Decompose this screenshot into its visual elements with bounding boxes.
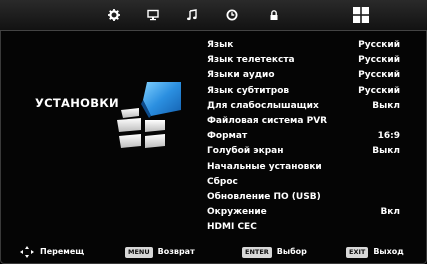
- menu-item-label: Языки аудио: [207, 70, 275, 81]
- menu-item-label: Файловая система PVR: [207, 115, 328, 126]
- bottom-hint-bar: Перемещ MENU Возврат ENTER Выбор EXIT Вы…: [0, 240, 427, 264]
- menu-item-label: Язык субтитров: [207, 85, 290, 96]
- menu-item-label: HDMI CEC: [207, 222, 257, 233]
- setup-logo-icon: [117, 82, 181, 148]
- hint-select: ENTER Выбор: [242, 245, 307, 259]
- grid-icon: [353, 7, 369, 23]
- menu-item-label: Сброс: [207, 176, 238, 187]
- menu-item-value: Русский: [358, 40, 400, 50]
- tab-lock[interactable]: [266, 6, 282, 24]
- menu-item-label: Для слабослышащих: [207, 100, 319, 111]
- hint-back: MENU Возврат: [125, 245, 195, 259]
- menu-item[interactable]: Сброс: [207, 175, 407, 190]
- hint-back-text: Возврат: [157, 247, 195, 256]
- menu-item[interactable]: Файловая система PVR: [207, 114, 407, 129]
- menu-item[interactable]: Язык телетекста Русский: [207, 53, 407, 68]
- clock-icon: [226, 9, 238, 21]
- menu-item-label: Окружение: [207, 207, 267, 218]
- hint-exit-text: Выход: [373, 247, 404, 256]
- hint-move-text: Перемещ: [40, 247, 85, 256]
- tab-channel[interactable]: [145, 6, 161, 24]
- hint-move: Перемещ: [20, 245, 84, 259]
- menu-item[interactable]: Обновление ПО (USB): [207, 190, 407, 205]
- menu-item[interactable]: Голубой экран Выкл: [207, 144, 407, 159]
- tab-setup[interactable]: [350, 4, 372, 26]
- hint-select-text: Выбор: [276, 247, 307, 256]
- menu-item[interactable]: Окружение Вкл: [207, 205, 407, 220]
- top-menu-bar: [0, 0, 427, 31]
- exit-key[interactable]: EXIT: [346, 246, 369, 258]
- menu-item-value: Русский: [358, 70, 400, 81]
- arrows-icon: [20, 246, 34, 258]
- hint-exit: EXIT Выход: [346, 245, 404, 259]
- menu-item[interactable]: Начальные установки: [207, 160, 407, 175]
- menu-item-value: Русский: [358, 55, 400, 66]
- settings-menu-list: Язык Русский Язык телетекста Русский Языки а…: [207, 38, 407, 235]
- menu-item-label: Формат: [207, 131, 248, 142]
- menu-item-value: Выкл: [372, 146, 400, 157]
- menu-item[interactable]: Язык Русский: [207, 38, 407, 53]
- tab-sound[interactable]: [184, 6, 200, 24]
- menu-item-value: Вкл: [380, 207, 400, 218]
- tab-picture-settings[interactable]: [106, 6, 122, 24]
- menu-item-value: 16:9: [377, 131, 400, 142]
- gear-icon: [108, 9, 120, 21]
- lock-icon: [270, 10, 278, 20]
- menu-item-label: Язык: [207, 40, 234, 50]
- music-note-icon: [187, 9, 197, 21]
- menu-key[interactable]: MENU: [125, 246, 153, 258]
- menu-item[interactable]: Для слабослышащих Выкл: [207, 99, 407, 114]
- menu-item-label: Язык телетекста: [207, 55, 295, 66]
- menu-item-label: Обновление ПО (USB): [207, 191, 321, 202]
- menu-item[interactable]: HDMI CEC: [207, 220, 407, 235]
- menu-item-label: Голубой экран: [207, 146, 284, 157]
- menu-item-value: Выкл: [372, 100, 400, 111]
- section-title: УСТАНОВКИ: [35, 96, 119, 110]
- menu-item-label: Начальные установки: [207, 161, 322, 172]
- tab-time[interactable]: [224, 6, 240, 24]
- menu-item-value: Русский: [358, 85, 400, 96]
- menu-item[interactable]: Формат 16:9: [207, 129, 407, 144]
- menu-item[interactable]: Язык субтитров Русский: [207, 84, 407, 99]
- enter-key[interactable]: ENTER: [242, 246, 272, 258]
- menu-item[interactable]: Языки аудио Русский: [207, 68, 407, 83]
- monitor-icon: [147, 9, 159, 21]
